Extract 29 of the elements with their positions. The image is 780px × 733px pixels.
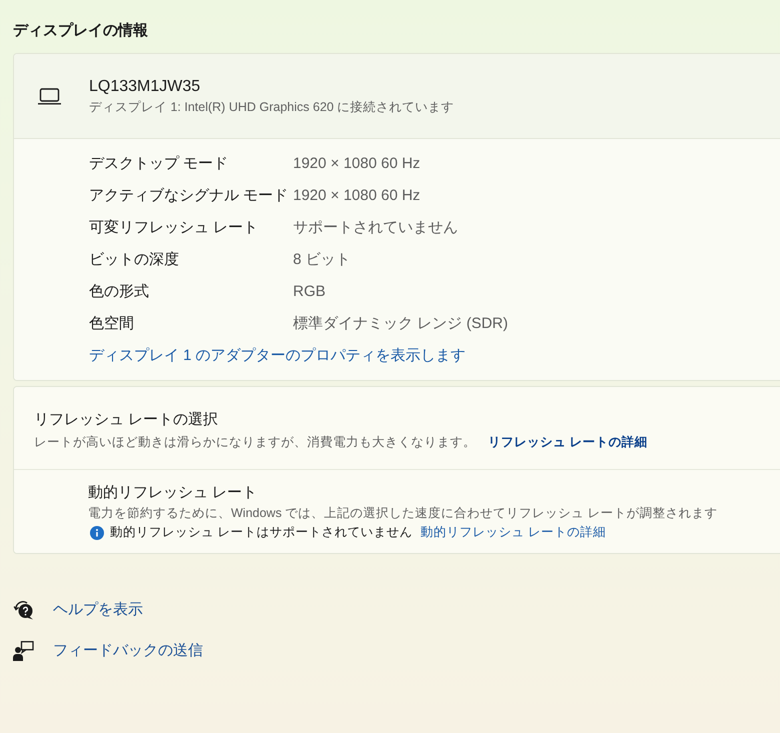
property-value: 標準ダイナミック レンジ (SDR)	[293, 314, 508, 332]
property-label: 色空間	[89, 314, 135, 332]
property-value: 8 ビット	[293, 250, 352, 268]
feedback-icon	[13, 641, 34, 661]
dynamic-refresh-notice: 動的リフレッシュ レートはサポートされていません	[110, 524, 412, 541]
help-link[interactable]: ヘルプを表示	[13, 600, 143, 620]
property-value: サポートされていません	[293, 218, 459, 236]
property-label: ビットの深度	[89, 250, 180, 268]
section-title: ディスプレイの情報	[13, 21, 148, 41]
help-icon	[13, 600, 34, 620]
feedback-link[interactable]: フィードバックの送信	[13, 641, 203, 661]
property-label: 色の形式	[89, 282, 150, 300]
dynamic-refresh-details-link[interactable]: 動的リフレッシュ レートの詳細	[420, 524, 606, 541]
display-name: LQ133M1JW35	[89, 77, 202, 97]
refresh-rate-title: リフレッシュ レートの選択	[34, 410, 218, 430]
refresh-rate-description: レートが高いほど動きは滑らかになりますが、消費電力も大きくなります。	[34, 434, 476, 451]
property-label: アクティブなシグナル モード	[89, 186, 290, 204]
adapter-properties-link[interactable]: ディスプレイ 1 のアダプターのプロパティを表示します	[89, 346, 466, 365]
property-label: 可変リフレッシュ レート	[89, 218, 260, 236]
property-value: 1920 × 1080 60 Hz	[293, 186, 422, 204]
refresh-rate-details-link[interactable]: リフレッシュ レートの詳細	[488, 431, 648, 453]
property-value: 1920 × 1080 60 Hz	[293, 154, 422, 172]
info-icon	[90, 526, 104, 540]
dynamic-refresh-description: 電力を節約するために、Windows では、上記の選択した速度に合わせてリフレッシュ レートが調整されます	[88, 505, 718, 522]
display-connection-text: ディスプレイ 1: Intel(R) UHD Graphics 620 に接続されています	[89, 99, 454, 116]
laptop-icon	[38, 88, 61, 104]
dynamic-refresh-title: 動的リフレッシュ レート	[88, 483, 258, 503]
property-value: RGB	[293, 282, 327, 300]
property-label: デスクトップ モード	[89, 154, 230, 172]
